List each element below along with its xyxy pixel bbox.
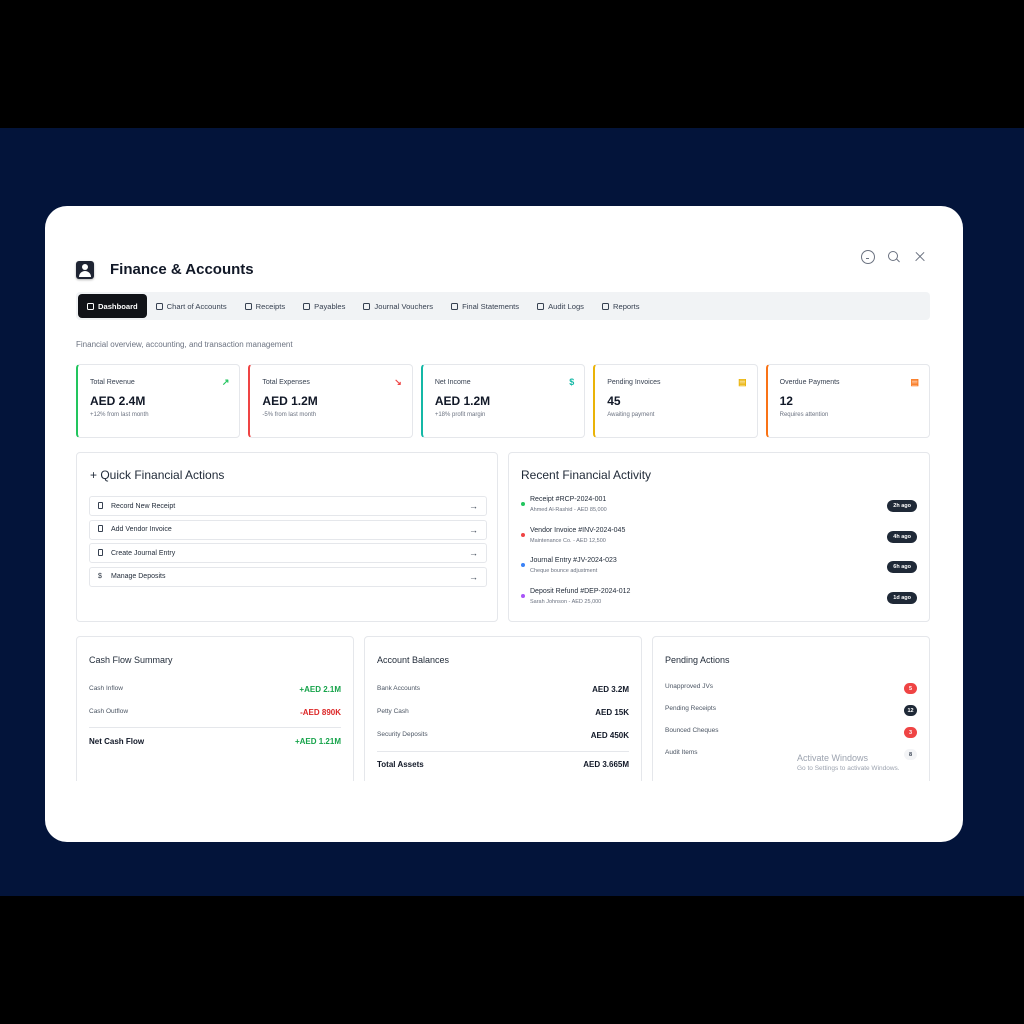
recent-activity-list: Receipt #RCP-2024-001 Ahmed Al-Rashid - … bbox=[521, 496, 917, 618]
kpi-net-income: Net Income AED 1.2M +18% profit margin $ bbox=[420, 364, 586, 438]
invoice-icon: ▤ bbox=[738, 377, 747, 387]
tab-chart-of-accounts[interactable]: Chart of Accounts bbox=[147, 294, 236, 318]
tab-final-statements[interactable]: Final Statements bbox=[442, 294, 528, 318]
list-item[interactable]: Journal Entry #JV-2024-023 Cheque bounce… bbox=[521, 557, 917, 588]
cash-outflow-row: Cash Outflow -AED 890K bbox=[89, 708, 341, 717]
divider bbox=[89, 727, 341, 728]
bell-icon bbox=[155, 302, 163, 310]
arrow-right-icon: → bbox=[469, 501, 478, 511]
pending-actions-title: Pending Actions bbox=[665, 655, 730, 665]
document-icon bbox=[451, 302, 459, 310]
total-assets-row: Total Assets AED 3.665M bbox=[377, 760, 629, 769]
kpi-total-revenue: Total Revenue AED 2.4M +12% from last mo… bbox=[76, 364, 241, 438]
credit-card-icon bbox=[303, 302, 311, 310]
tab-dashboard[interactable]: Dashboard bbox=[78, 294, 147, 318]
tab-bar: Dashboard Chart of Accounts Receipts Pay… bbox=[76, 292, 930, 320]
page-title: Finance & Accounts bbox=[110, 261, 254, 278]
bar-chart-icon bbox=[87, 302, 94, 310]
recent-activity-panel: Recent Financial Activity Receipt #RCP-2… bbox=[508, 452, 930, 622]
header-actions bbox=[861, 250, 927, 264]
time-badge: 1d ago bbox=[887, 591, 917, 604]
time-badge: 2h ago bbox=[887, 500, 917, 512]
document-icon bbox=[98, 525, 103, 532]
finance-window: Finance & Accounts Dashboard Chart of Ac… bbox=[45, 206, 963, 842]
plus-icon: + bbox=[90, 468, 101, 482]
quick-actions-panel: + Quick Financial Actions Record New Rec… bbox=[76, 452, 498, 622]
user-avatar-icon bbox=[76, 261, 94, 279]
kpi-pending-invoices: Pending Invoices 45 Awaiting payment ▤ bbox=[593, 364, 758, 438]
cash-flow-panel: Cash Flow Summary Cash Inflow +AED 2.1M C… bbox=[76, 636, 354, 781]
cash-flow-title: Cash Flow Summary bbox=[89, 655, 173, 665]
account-balances-title: Account Balances bbox=[377, 655, 450, 665]
activate-windows-watermark: Activate Windows Go to Settings to activ… bbox=[797, 753, 900, 772]
kpi-total-expenses: Total Expenses AED 1.2M -5% from last mo… bbox=[248, 364, 413, 438]
net-cash-flow-row: Net Cash Flow +AED 1.21M bbox=[89, 737, 341, 746]
list-item[interactable]: Deposit Refund #DEP-2024-012 Sarah Johns… bbox=[521, 588, 917, 619]
petty-cash-row: Petty Cash AED 15K bbox=[377, 708, 629, 717]
status-dot bbox=[521, 502, 525, 506]
download-icon[interactable] bbox=[861, 250, 875, 264]
close-icon[interactable] bbox=[913, 250, 927, 264]
cash-inflow-row: Cash Inflow +AED 2.1M bbox=[89, 685, 341, 694]
status-dot bbox=[521, 593, 525, 598]
document-icon bbox=[98, 548, 103, 556]
quick-actions-list: Record New Receipt → Add Vendor Invoice → … bbox=[89, 496, 487, 590]
divider bbox=[377, 751, 629, 752]
trending-down-icon: ↘ bbox=[394, 377, 402, 387]
file-icon bbox=[363, 302, 371, 310]
kpi-row: Total Revenue AED 2.4M +12% from last mo… bbox=[76, 364, 931, 438]
page-subtitle: Financial overview, accounting, and tran… bbox=[76, 340, 293, 349]
status-dot bbox=[521, 532, 525, 537]
pending-receipts-row[interactable]: Pending Receipts 12 bbox=[665, 705, 917, 716]
bounced-cheques-row[interactable]: Bounced Cheques 3 bbox=[665, 727, 917, 738]
quick-actions-title: Quick Financial Actions bbox=[100, 468, 225, 482]
list-item[interactable]: Receipt #RCP-2024-001 Ahmed Al-Rashid - … bbox=[521, 496, 917, 527]
arrow-right-icon: → bbox=[469, 571, 478, 582]
create-journal-entry-button[interactable]: Create Journal Entry → bbox=[89, 543, 487, 563]
status-dot bbox=[521, 563, 525, 567]
alert-document-icon: ▤ bbox=[910, 377, 920, 387]
add-vendor-invoice-button[interactable]: Add Vendor Invoice → bbox=[89, 519, 487, 540]
clock-icon bbox=[601, 302, 609, 310]
kpi-overdue-payments: Overdue Payments 12 Requires attention ▤ bbox=[765, 364, 931, 438]
list-item[interactable]: Vendor Invoice #INV-2024-045 Maintenance… bbox=[521, 527, 917, 558]
count-badge: 3 bbox=[904, 727, 917, 738]
trending-up-icon: ↗ bbox=[221, 377, 230, 387]
bank-accounts-row: Bank Accounts AED 3.2M bbox=[377, 685, 629, 694]
manage-deposits-button[interactable]: $ Manage Deposits → bbox=[89, 566, 487, 587]
receipt-icon bbox=[244, 302, 252, 310]
record-new-receipt-button[interactable]: Record New Receipt → bbox=[89, 496, 487, 516]
shield-icon bbox=[537, 302, 545, 310]
tab-receipts[interactable]: Receipts bbox=[236, 294, 295, 318]
count-badge: 5 bbox=[904, 683, 917, 694]
count-badge: 12 bbox=[904, 705, 917, 716]
unapproved-jvs-row[interactable]: Unapproved JVs 5 bbox=[665, 683, 917, 694]
time-badge: 4h ago bbox=[887, 530, 917, 543]
account-balances-panel: Account Balances Bank Accounts AED 3.2M P… bbox=[364, 636, 642, 781]
tab-journal-vouchers[interactable]: Journal Vouchers bbox=[354, 294, 442, 318]
tab-audit-logs[interactable]: Audit Logs bbox=[528, 294, 593, 318]
recent-activity-title: Recent Financial Activity bbox=[521, 468, 652, 482]
dollar-icon: $ bbox=[98, 573, 102, 580]
arrow-right-icon: → bbox=[469, 548, 478, 558]
time-badge: 6h ago bbox=[887, 561, 917, 573]
document-icon bbox=[98, 501, 103, 509]
search-icon[interactable] bbox=[887, 250, 901, 264]
arrow-right-icon: → bbox=[469, 524, 478, 535]
security-deposits-row: Security Deposits AED 450K bbox=[377, 731, 629, 740]
tab-reports[interactable]: Reports bbox=[593, 294, 649, 318]
count-badge: 8 bbox=[904, 749, 917, 760]
dollar-icon: $ bbox=[569, 377, 575, 387]
tab-payables[interactable]: Payables bbox=[294, 294, 354, 318]
